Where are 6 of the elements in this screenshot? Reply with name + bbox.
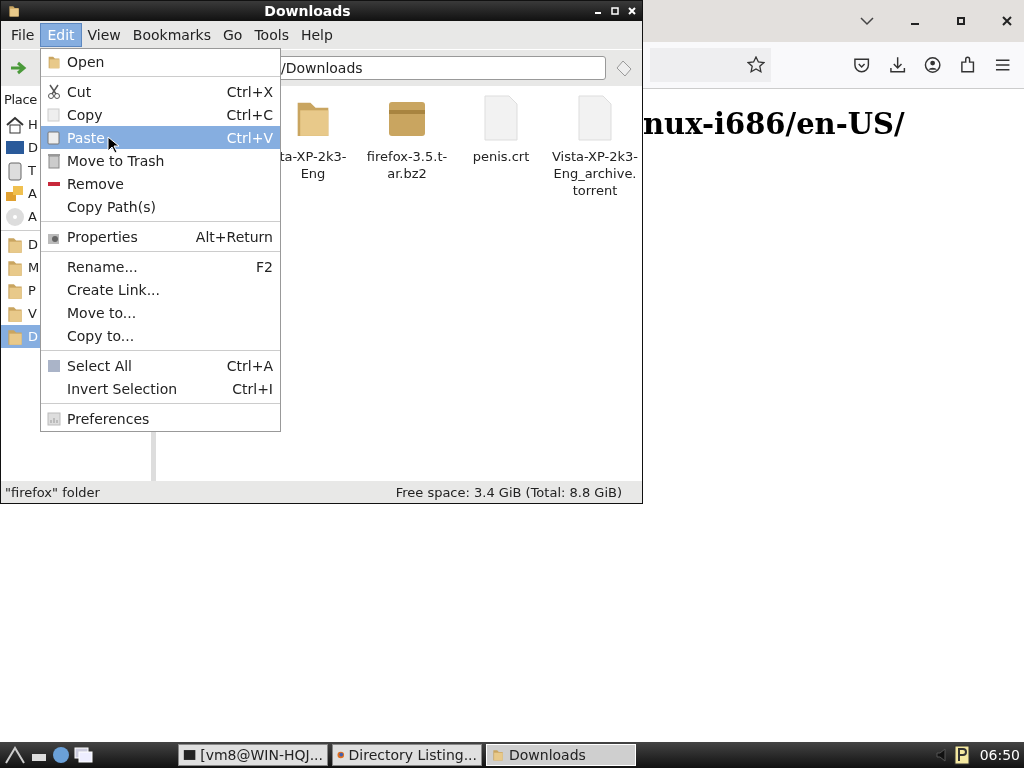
page-heading: nux-i686/en-US/ (643, 107, 906, 141)
clock: 06:50 (979, 747, 1020, 763)
free-space-text: Free space: 3.4 GiB (Total: 8.8 GiB) (395, 484, 622, 500)
sidebar-header: Place (4, 92, 38, 107)
status-text: "firefox" folder (5, 484, 100, 500)
window-title: Downloads (263, 3, 352, 19)
